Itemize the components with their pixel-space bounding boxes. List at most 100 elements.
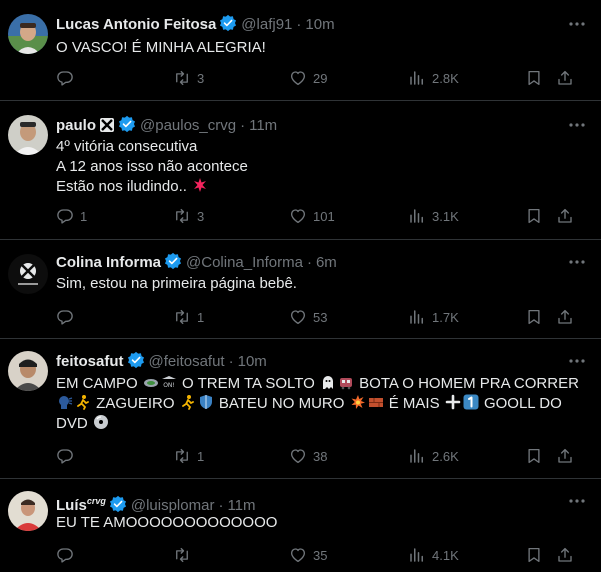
user-handle[interactable]: @Colina_Informa: [186, 254, 303, 271]
keycap-one-emoji-icon: [462, 394, 480, 412]
tweet-header: Colina Informa @Colina_Informa · 6m: [56, 252, 337, 272]
views-count: 2.6K: [432, 449, 459, 464]
views-icon: [410, 209, 423, 223]
display-name[interactable]: Luís: [56, 497, 87, 514]
tweet-text: EU TE AMOOOOOOOOOOOOO: [56, 513, 587, 533]
brick-emoji-icon: [367, 395, 385, 412]
tweet-text-line: Sim, estou na primeira página bebê.: [56, 275, 297, 292]
avatar[interactable]: [8, 351, 48, 391]
tweet-header: Lucas Antonio Feitosa @lafj91 · 10m: [56, 14, 335, 34]
display-name[interactable]: Colina Informa: [56, 254, 161, 271]
svg-text:ON!: ON!: [163, 382, 175, 389]
retweet-count: 1: [197, 310, 205, 325]
reply-icon: [57, 209, 73, 224]
separator-dot: ·: [240, 117, 246, 134]
views-icon: [410, 71, 423, 85]
heart-icon: [290, 548, 306, 563]
views-count: 4.1K: [432, 548, 459, 563]
reply-count: 1: [80, 209, 88, 224]
avatar[interactable]: [8, 14, 48, 54]
tweet[interactable]: feitosafut @feitosafut · 10m EM CAMPO ON! O…: [0, 339, 601, 479]
views-count: 3.1K: [432, 209, 459, 224]
tweet-text: Sim, estou na primeira página bebê.: [56, 274, 587, 294]
bookmark-icon: [528, 448, 540, 464]
like-count: 101: [313, 209, 335, 224]
display-name[interactable]: paulo: [56, 117, 96, 134]
reply-icon: [57, 310, 73, 325]
tweet-text-segment: BATEU NO MURO: [214, 395, 349, 412]
train-emoji-icon: [337, 375, 355, 392]
avatar[interactable]: [8, 254, 48, 294]
separator-dot: ·: [228, 353, 234, 370]
retweet-icon: [176, 547, 188, 563]
more-icon[interactable]: [567, 115, 587, 135]
tweet-text-segment: O TREM TA SOLTO: [177, 375, 319, 392]
more-icon[interactable]: [567, 252, 587, 272]
heart-icon: [290, 209, 306, 224]
more-icon[interactable]: [567, 14, 587, 34]
on-arrow-emoji-icon: ON!: [160, 375, 178, 392]
action-bar: 1 38 2.6K: [0, 447, 601, 467]
user-handle[interactable]: @paulos_crvg: [140, 117, 236, 134]
like-count: 29: [313, 71, 328, 86]
action-bar: 3 29 2.8K: [0, 69, 601, 89]
display-name-suffix: crvg: [86, 496, 106, 506]
views-icon: [410, 310, 423, 324]
action-bar: 1 53 1.7K: [0, 308, 601, 328]
timestamp[interactable]: 11m: [227, 497, 255, 514]
share-icon: [558, 208, 572, 223]
tweet[interactable]: paulo @paulos_crvg · 11m 4º vitória consecu…: [0, 101, 601, 240]
more-icon[interactable]: [567, 491, 587, 511]
display-name[interactable]: Lucas Antonio Feitosa: [56, 16, 216, 33]
views-icon: [410, 449, 423, 463]
tweet-text-segment: GOOLL DO: [479, 395, 562, 412]
anger-emoji-icon: [191, 178, 209, 195]
tweet-text-segment: Estão nos iludindo..: [56, 178, 187, 195]
timestamp[interactable]: 10m: [238, 353, 267, 370]
user-handle[interactable]: @lafj91: [241, 16, 292, 33]
tweet-text: O VASCO! É MINHA ALEGRIA!: [56, 38, 587, 58]
timestamp[interactable]: 11m: [249, 117, 277, 134]
retweet-icon: [176, 70, 188, 86]
collision-emoji-icon: [349, 395, 367, 412]
more-icon[interactable]: [567, 351, 587, 371]
tweet[interactable]: Colina Informa @Colina_Informa · 6m Sim, es…: [0, 240, 601, 339]
verified-badge-icon: [219, 14, 237, 38]
user-handle[interactable]: @feitosafut: [149, 353, 225, 370]
speaking-head-emoji-icon: [56, 395, 74, 412]
tweet[interactable]: Luíscrvg @luisplomar · 11m EU TE AMOOOOOOOO…: [0, 479, 601, 572]
tweet-text-line: ZAGUEIRO BATEU NO MURO É MAIS GOOLL DO: [56, 394, 587, 414]
separator-dot: ·: [306, 254, 312, 271]
tweet-text-line: 4º vitória consecutiva: [56, 138, 198, 155]
retweet-count: 3: [197, 71, 205, 86]
bookmark-icon: [528, 70, 540, 86]
display-name[interactable]: feitosafut: [56, 353, 124, 370]
retweet-count: 3: [197, 209, 205, 224]
tweet-text-segment: É MAIS: [384, 395, 444, 412]
reply-icon: [57, 449, 73, 464]
verified-badge-icon: [127, 351, 145, 375]
tweet[interactable]: Lucas Antonio Feitosa @lafj91 · 10m O VASCO…: [0, 0, 601, 101]
heart-icon: [290, 449, 306, 464]
retweet-icon: [176, 208, 188, 224]
like-count: 35: [313, 548, 328, 563]
tweet-text-line: EM CAMPO ON! O TREM TA SOLTO BOTA O HOME…: [56, 374, 587, 394]
retweet-icon: [176, 309, 188, 325]
timeline-feed: Lucas Antonio Feitosa @lafj91 · 10m O VASCO…: [0, 0, 601, 572]
tweet-header: feitosafut @feitosafut · 10m: [56, 351, 267, 371]
timestamp[interactable]: 6m: [316, 254, 337, 271]
tweet-header: paulo @paulos_crvg · 11m: [56, 115, 277, 135]
like-count: 53: [313, 310, 328, 325]
ghost-emoji-icon: [319, 375, 337, 392]
tweet-text-line: EU TE AMOOOOOOOOOOOOO: [56, 514, 278, 531]
heart-icon: [290, 71, 306, 86]
heart-icon: [290, 310, 306, 325]
timestamp[interactable]: 10m: [305, 16, 334, 33]
verified-badge-icon: [118, 115, 136, 139]
user-handle[interactable]: @luisplomar: [131, 497, 215, 514]
action-bar: 35 4.1K: [0, 546, 601, 566]
views-icon: [410, 548, 423, 562]
tweet-header: Luíscrvg @luisplomar · 11m: [56, 491, 256, 514]
avatar[interactable]: [8, 115, 48, 155]
avatar[interactable]: [8, 491, 48, 531]
